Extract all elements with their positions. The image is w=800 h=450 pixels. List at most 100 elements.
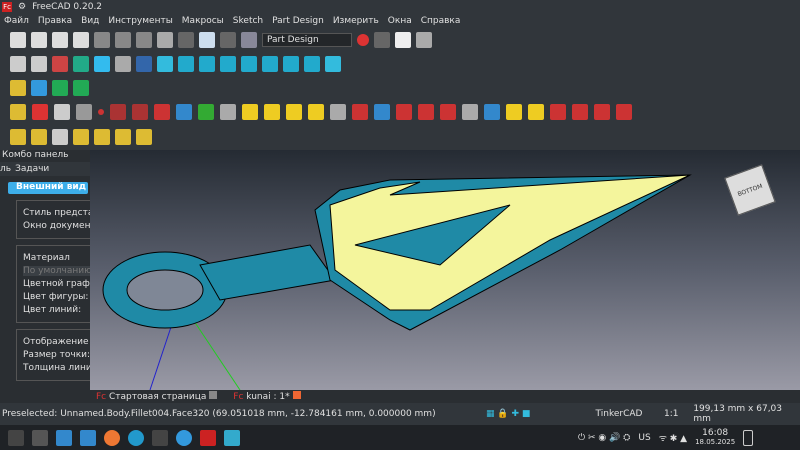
print-icon[interactable] [73,32,89,48]
hole-icon[interactable] [374,104,390,120]
show-desktop-icon[interactable] [743,429,754,446]
keyboard-layout[interactable]: US [638,433,650,443]
telegram-icon[interactable] [128,429,144,446]
draw-style-icon[interactable] [52,56,68,72]
datum-plane-icon[interactable] [132,104,148,120]
group-icon[interactable] [31,80,47,96]
redo-icon[interactable] [178,32,194,48]
fillet-icon[interactable] [550,104,566,120]
sub-shape-binder-icon[interactable] [176,104,192,120]
app-task-icon[interactable] [224,429,240,446]
part-icon[interactable] [10,80,26,96]
clock[interactable]: 16:08 18.05.2025 [695,428,735,447]
right-view-icon[interactable] [241,56,257,72]
pager-icon[interactable] [32,429,48,446]
forward-icon[interactable] [115,56,131,72]
app-launcher-icon[interactable] [8,429,24,446]
bottom-view-icon[interactable] [283,56,299,72]
rear-view-icon[interactable] [262,56,278,72]
tab-kunai[interactable]: Fc kunai : 1* [233,391,301,402]
cut-icon[interactable] [94,32,110,48]
menu-windows[interactable]: Окна [388,16,412,26]
tab-start-page[interactable]: Fc Стартовая страница [96,391,218,402]
chamfer-icon[interactable] [572,104,588,120]
groove-icon[interactable] [396,104,412,120]
stop-macro-icon[interactable] [374,32,390,48]
menu-view[interactable]: Вид [81,16,99,26]
isometric-icon[interactable] [178,56,194,72]
top-view-icon[interactable] [220,56,236,72]
record-macro-icon[interactable] [357,34,369,46]
sketch-tool-4-icon[interactable] [73,129,89,145]
close-icon[interactable] [292,391,301,399]
back-icon[interactable] [94,56,110,72]
sketch-tool-3-icon[interactable] [52,129,68,145]
measure-icon[interactable] [325,56,341,72]
subtractive-pipe-icon[interactable] [440,104,456,120]
subtractive-loft-icon[interactable] [418,104,434,120]
subtractive-helix-icon[interactable] [462,104,478,120]
run-macro-icon[interactable] [416,32,432,48]
pocket-icon[interactable] [352,104,368,120]
front-view-icon[interactable] [199,56,215,72]
mirror-icon[interactable] [484,104,500,120]
tray-icons[interactable]: ⏻ ✂ ◉ 🔊 ⛭ [578,433,630,443]
files-icon[interactable] [80,429,96,446]
menu-tools[interactable]: Инструменты [108,16,172,26]
datum-point-icon[interactable] [98,109,104,115]
open-icon[interactable] [31,32,47,48]
sketch-tool-7-icon[interactable] [136,129,152,145]
freecad-task-icon[interactable] [200,429,216,446]
recompute-icon[interactable] [220,32,236,48]
menu-measure[interactable]: Измерить [333,16,379,26]
menu-help[interactable]: Справка [421,16,461,26]
menu-sketch[interactable]: Sketch [233,16,263,26]
fit-selection-icon[interactable] [31,56,47,72]
menu-part-design[interactable]: Part Design [272,16,324,26]
status-icons[interactable]: ▦ 🔒 ✚ ■ [486,409,596,419]
settings-icon[interactable]: ⚙ [18,2,26,12]
save-icon[interactable] [52,32,68,48]
coordinate-system-icon[interactable] [154,104,170,120]
tab-model[interactable]: ль [0,164,11,174]
menu-edit[interactable]: Правка [38,16,72,26]
draft-icon[interactable] [594,104,610,120]
validate-sketch-icon[interactable] [54,104,70,120]
firefox-icon[interactable] [104,429,120,446]
shape-binder-icon[interactable] [76,104,92,120]
menu-macros[interactable]: Макросы [182,16,224,26]
appearance-section[interactable]: Внешний вид [8,182,88,194]
pipe-icon[interactable] [308,104,324,120]
whats-this-icon[interactable] [241,32,257,48]
copy-icon[interactable] [115,32,131,48]
std-views-icon[interactable] [157,56,173,72]
body-icon[interactable] [10,104,26,120]
navigation-style[interactable]: TinkerCAD [596,409,664,419]
terminal-icon[interactable] [152,429,168,446]
sketch-tool-5-icon[interactable] [94,129,110,145]
link-actions-icon[interactable] [73,80,89,96]
workbench-selector[interactable]: Part Design [262,33,352,47]
bounding-box-icon[interactable] [73,56,89,72]
polar-pattern-icon[interactable] [528,104,544,120]
menu-file[interactable]: Файл [4,16,29,26]
clone2-icon[interactable] [220,104,236,120]
revolution-icon[interactable] [264,104,280,120]
wifi-icon[interactable]: ᯤ ✱ ▲ [659,431,687,444]
refresh-check-icon[interactable] [199,32,215,48]
sketch-tool-2-icon[interactable] [31,129,47,145]
thickness-icon[interactable] [616,104,632,120]
left-view-icon[interactable] [304,56,320,72]
sync-view-icon[interactable] [136,56,152,72]
pad-icon[interactable] [242,104,258,120]
helix-icon[interactable] [330,104,346,120]
linear-pattern-icon[interactable] [506,104,522,120]
paste-icon[interactable] [136,32,152,48]
datum-line-icon[interactable] [110,104,126,120]
undo-icon[interactable] [157,32,173,48]
sketch-tool-1-icon[interactable] [10,129,26,145]
material-select[interactable]: По умолчанию [23,266,90,276]
link-icon[interactable] [52,80,68,96]
store-icon[interactable] [56,429,72,446]
kde-connect-icon[interactable] [176,429,192,446]
